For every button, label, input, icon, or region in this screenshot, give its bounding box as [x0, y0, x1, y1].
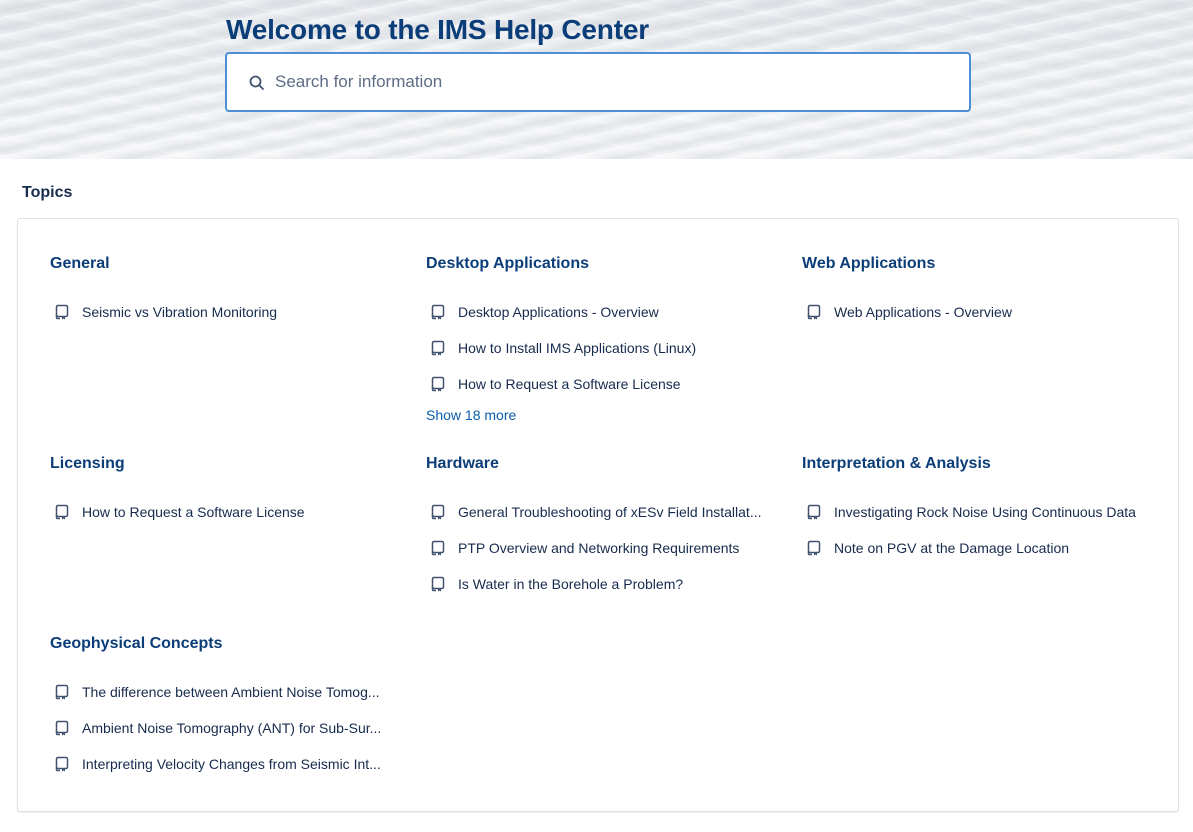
knowledge-article-icon [807, 304, 821, 320]
article-label: Seismic vs Vibration Monitoring [82, 304, 278, 320]
topic-group-hardware: Hardware General Troubleshooting of xESv… [426, 454, 776, 602]
knowledge-article-icon [431, 340, 445, 356]
topic-group-desktop-applications: Desktop Applications Desktop Application… [426, 254, 776, 423]
topic-title-general[interactable]: General [50, 254, 400, 274]
topic-title-hardware[interactable]: Hardware [426, 454, 776, 474]
knowledge-article-icon [431, 304, 445, 320]
article-link[interactable]: PTP Overview and Networking Requirements [426, 530, 776, 566]
knowledge-article-icon [431, 576, 445, 592]
article-label: PTP Overview and Networking Requirements [458, 540, 740, 556]
article-link[interactable]: Note on PGV at the Damage Location [802, 530, 1152, 566]
topic-title-licensing[interactable]: Licensing [50, 454, 400, 474]
article-link[interactable]: The difference between Ambient Noise Tom… [50, 674, 400, 710]
knowledge-article-icon [55, 504, 69, 520]
article-link[interactable]: Interpreting Velocity Changes from Seism… [50, 746, 400, 782]
search-input[interactable] [275, 54, 955, 110]
article-label: General Troubleshooting of xESv Field In… [458, 504, 762, 520]
article-label: How to Request a Software License [458, 376, 681, 392]
search-icon [249, 75, 264, 90]
article-label: Desktop Applications - Overview [458, 304, 659, 320]
article-label: Investigating Rock Noise Using Continuou… [834, 504, 1136, 520]
topic-title-geophysical-concepts[interactable]: Geophysical Concepts [50, 634, 400, 654]
knowledge-article-icon [55, 720, 69, 736]
knowledge-article-icon [431, 376, 445, 392]
topic-title-desktop-applications[interactable]: Desktop Applications [426, 254, 776, 274]
article-link[interactable]: General Troubleshooting of xESv Field In… [426, 494, 776, 530]
article-label: The difference between Ambient Noise Tom… [82, 684, 380, 700]
search-box[interactable] [225, 52, 971, 112]
article-label: Ambient Noise Tomography (ANT) for Sub-S… [82, 720, 382, 736]
hero-banner: Welcome to the IMS Help Center [0, 0, 1193, 159]
knowledge-article-icon [55, 756, 69, 772]
show-more-link[interactable]: Show 18 more [426, 407, 776, 423]
article-list: Web Applications - Overview [802, 294, 1152, 330]
article-label: How to Install IMS Applications (Linux) [458, 340, 697, 356]
topic-title-interpretation-analysis[interactable]: Interpretation & Analysis [802, 454, 1152, 474]
article-list: The difference between Ambient Noise Tom… [50, 674, 400, 782]
article-link[interactable]: Is Water in the Borehole a Problem? [426, 566, 776, 602]
article-label: Interpreting Velocity Changes from Seism… [82, 756, 381, 772]
article-list: Desktop Applications - Overview How to I… [426, 294, 776, 423]
topic-group-licensing: Licensing How to Request a Software Lice… [50, 454, 400, 530]
article-list: General Troubleshooting of xESv Field In… [426, 494, 776, 602]
article-list: Seismic vs Vibration Monitoring [50, 294, 400, 330]
article-link[interactable]: How to Install IMS Applications (Linux) [426, 330, 776, 366]
article-link[interactable]: How to Request a Software License [426, 366, 776, 402]
article-link[interactable]: How to Request a Software License [50, 494, 400, 530]
topic-group-general: General Seismic vs Vibration Monitoring [50, 254, 400, 330]
article-label: Is Water in the Borehole a Problem? [458, 576, 684, 592]
article-label: Web Applications - Overview [834, 304, 1012, 320]
article-link[interactable]: Seismic vs Vibration Monitoring [50, 294, 400, 330]
article-link[interactable]: Desktop Applications - Overview [426, 294, 776, 330]
topic-group-web-applications: Web Applications Web Applications - Over… [802, 254, 1152, 330]
knowledge-article-icon [55, 684, 69, 700]
article-link[interactable]: Investigating Rock Noise Using Continuou… [802, 494, 1152, 530]
knowledge-article-icon [431, 504, 445, 520]
article-list: How to Request a Software License [50, 494, 400, 530]
article-label: How to Request a Software License [82, 504, 305, 520]
article-label: Note on PGV at the Damage Location [834, 540, 1070, 556]
knowledge-article-icon [431, 540, 445, 556]
knowledge-article-icon [55, 304, 69, 320]
topics-heading: Topics [22, 184, 73, 201]
knowledge-article-icon [807, 540, 821, 556]
topic-group-interpretation-analysis: Interpretation & Analysis Investigating … [802, 454, 1152, 566]
page-title: Welcome to the IMS Help Center [226, 14, 649, 45]
article-link[interactable]: Web Applications - Overview [802, 294, 1152, 330]
article-list: Investigating Rock Noise Using Continuou… [802, 494, 1152, 566]
article-link[interactable]: Ambient Noise Tomography (ANT) for Sub-S… [50, 710, 400, 746]
topics-card: General Seismic vs Vibration Monitoring … [17, 218, 1179, 812]
knowledge-article-icon [807, 504, 821, 520]
topic-group-geophysical-concepts: Geophysical Concepts The difference betw… [50, 634, 400, 782]
topic-title-web-applications[interactable]: Web Applications [802, 254, 1152, 274]
